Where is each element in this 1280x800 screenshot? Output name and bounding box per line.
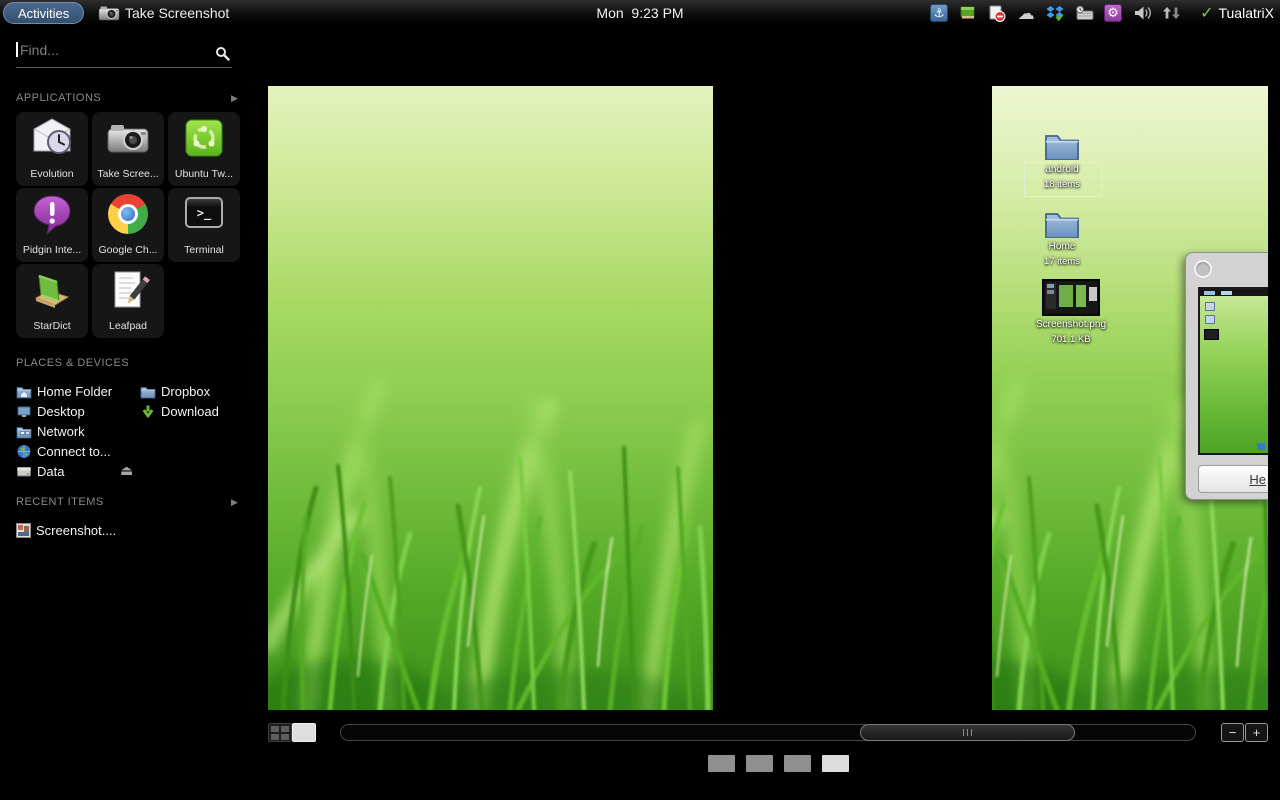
user-name: TualatriX [1218, 5, 1274, 21]
user-check-icon: ✓ [1200, 3, 1213, 23]
camera-icon [98, 2, 120, 24]
app-tile-evolution[interactable]: Evolution [16, 112, 88, 186]
screenshot-dialog: He [1185, 252, 1268, 500]
grid-view-toggle[interactable] [268, 723, 292, 742]
home-folder-icon [1043, 206, 1081, 238]
stardict-tray-icon[interactable] [958, 3, 978, 23]
activities-button[interactable]: Activities [3, 2, 84, 24]
applications-expand-icon[interactable]: ▶ [231, 93, 238, 104]
place-network[interactable]: Network [16, 422, 85, 440]
chrome-icon [106, 192, 150, 236]
search-input[interactable]: Find... [16, 42, 232, 68]
app-tile-ubuntu-tweak[interactable]: Ubuntu Tw... [168, 112, 240, 186]
place-connect-to[interactable]: Connect to... [16, 442, 111, 460]
dropbox-folder-icon [140, 384, 156, 399]
globe-icon [16, 444, 32, 459]
applications-header: APPLICATIONS [16, 92, 101, 104]
app-tile-pidgin[interactable]: Pidgin Inte... [16, 188, 88, 262]
workspace-indicator-4[interactable] [822, 755, 849, 772]
cloud-tray-icon[interactable]: ☁ [1016, 3, 1036, 23]
camera-icon [106, 116, 150, 160]
evolution-mail-clock-icon [30, 116, 74, 160]
eject-icon[interactable]: ⏏ [120, 462, 133, 479]
single-view-toggle[interactable] [292, 723, 316, 742]
pidgin-bubble-icon [30, 192, 74, 236]
desktop-icon-home-detail: 17 items [1022, 256, 1102, 267]
grass-photo [268, 86, 713, 710]
app-tile-terminal[interactable]: >_ Terminal [168, 188, 240, 262]
help-button: He [1198, 465, 1268, 493]
app-tile-chrome[interactable]: Google Ch... [92, 188, 164, 262]
places-header: PLACES & DEVICES [16, 357, 129, 369]
place-dropbox[interactable]: Dropbox [140, 382, 210, 400]
text-caret [16, 42, 18, 57]
window-thumbnail-grass-image[interactable] [268, 86, 713, 710]
workspace-scrollbar-thumb[interactable] [860, 724, 1075, 741]
keyboard-clock-tray-icon[interactable] [1074, 3, 1094, 23]
desktop-icon-android-detail: 18 items [1022, 179, 1102, 190]
search-icon [215, 46, 230, 61]
recent-items-expand-icon[interactable]: ▶ [231, 497, 238, 508]
terminal-icon: >_ [182, 192, 226, 236]
workspace-indicator-2[interactable] [746, 755, 773, 772]
recent-item-screenshot[interactable]: Screenshot.... [16, 521, 116, 539]
drive-icon [16, 464, 32, 479]
dropbox-tray-icon[interactable] [1045, 3, 1065, 23]
notes-blocked-tray-icon[interactable] [987, 3, 1007, 23]
volume-icon[interactable] [1132, 3, 1152, 23]
place-data[interactable]: Data [16, 462, 64, 480]
top-bar: Activities Take Screenshot Mon 9:23 PM ⚓ [0, 0, 1280, 26]
window-thumbnail-desktop[interactable]: android 18 items Home 17 items Screensho… [992, 86, 1268, 710]
network-folder-icon [16, 424, 32, 439]
network-transfer-icon[interactable] [1161, 3, 1181, 23]
desktop-icon-android-name: android [1022, 164, 1102, 175]
app-tile-take-screenshot[interactable]: Take Scree... [92, 112, 164, 186]
desktop-icon-screenshot-name: Screenshot.png [1031, 319, 1111, 330]
screenshot-file-thumbnail [1042, 279, 1100, 316]
stardict-books-icon [30, 268, 74, 312]
add-workspace-button[interactable]: + [1245, 723, 1268, 742]
android-folder-icon [1043, 128, 1081, 160]
home-folder-icon [16, 384, 32, 399]
image-thumbnail-icon [16, 523, 31, 538]
desktop-icon-home-name: Home [1022, 241, 1102, 252]
gnome-shell-overview: Activities Take Screenshot Mon 9:23 PM ⚓ [0, 0, 1280, 800]
place-home-folder[interactable]: Home Folder [16, 382, 112, 400]
anchor-tray-icon[interactable]: ⚓ [929, 3, 949, 23]
screenshot-preview [1198, 287, 1268, 455]
desktop-icon [16, 404, 32, 419]
place-desktop[interactable]: Desktop [16, 402, 85, 420]
gear-tray-icon[interactable]: ⚙ [1103, 3, 1123, 23]
user-menu[interactable]: ✓ TualatriX [1200, 3, 1274, 23]
focused-app-menu[interactable]: Take Screenshot [98, 0, 229, 26]
download-arrow-icon [140, 404, 156, 419]
workspace-indicator-1[interactable] [708, 755, 735, 772]
recent-items-header: RECENT ITEMS [16, 496, 104, 508]
focused-app-title: Take Screenshot [125, 5, 229, 21]
workspace-indicator-3[interactable] [784, 755, 811, 772]
search-placeholder: Find... [20, 42, 59, 58]
leafpad-notepad-icon [106, 268, 150, 312]
desktop-icon-screenshot-detail: 701.1 KB [1031, 334, 1111, 345]
app-tile-stardict[interactable]: StarDict [16, 264, 88, 338]
ubuntu-tweak-icon [182, 116, 226, 160]
remove-workspace-button[interactable]: − [1221, 723, 1244, 742]
place-download[interactable]: Download [140, 402, 219, 420]
spinner-icon [1194, 260, 1212, 278]
system-tray: ⚓ ☁ [929, 0, 1274, 26]
app-tile-leafpad[interactable]: Leafpad [92, 264, 164, 338]
